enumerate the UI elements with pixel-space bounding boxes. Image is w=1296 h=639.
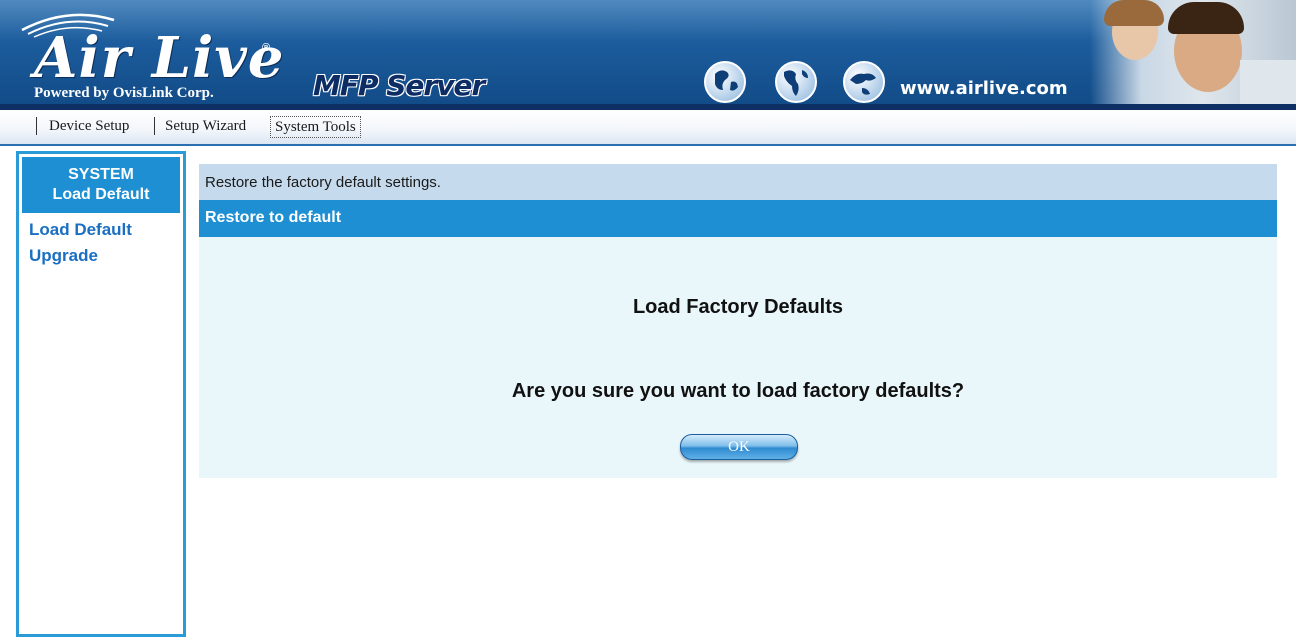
nav-device-setup[interactable]: Device Setup bbox=[49, 116, 129, 136]
section-title: Restore to default bbox=[205, 209, 342, 226]
top-nav: Device Setup Setup Wizard System Tools bbox=[0, 110, 1296, 146]
nav-system-tools[interactable]: System Tools bbox=[270, 116, 361, 138]
sidebar-item-upgrade[interactable]: Upgrade bbox=[29, 245, 98, 267]
sidebar-item-load-default[interactable]: Load Default bbox=[29, 219, 132, 241]
page-heading: Load Factory Defaults bbox=[632, 296, 844, 318]
description-bar: Restore the factory default settings. bbox=[199, 164, 1277, 200]
section-title-bar: Restore to default bbox=[199, 200, 1277, 237]
product-name: MFP Server bbox=[313, 69, 485, 102]
sidebar-header-line1: SYSTEM bbox=[68, 166, 134, 183]
logo-registered-mark: ® bbox=[262, 42, 271, 54]
header-photo bbox=[1090, 0, 1296, 104]
sidebar: SYSTEM Load Default Load Default Upgrade bbox=[16, 151, 186, 637]
site-url: www.airlive.com bbox=[900, 78, 1068, 99]
main-panel: Restore the factory default settings. Re… bbox=[199, 164, 1277, 478]
photo-shirt bbox=[1240, 60, 1296, 104]
globe-icon bbox=[843, 61, 885, 103]
ok-button[interactable]: OK bbox=[680, 434, 798, 460]
nav-separator bbox=[154, 117, 155, 135]
description-text: Restore the factory default settings. bbox=[205, 174, 441, 191]
logo-text: Air Live bbox=[34, 25, 285, 91]
confirm-question: Are you sure you want to load factory de… bbox=[511, 380, 965, 402]
sidebar-header: SYSTEM Load Default bbox=[22, 157, 180, 213]
photo-hair-man bbox=[1168, 2, 1244, 34]
photo-hair-girl bbox=[1104, 0, 1164, 26]
globe-icon bbox=[775, 61, 817, 103]
nav-setup-wizard[interactable]: Setup Wizard bbox=[165, 116, 246, 136]
nav-separator bbox=[36, 117, 37, 135]
powered-by-text: Powered by OvisLink Corp. bbox=[34, 85, 214, 101]
header-banner: Air Live ® Powered by OvisLink Corp. MFP… bbox=[0, 0, 1296, 110]
globe-icon bbox=[704, 61, 746, 103]
sidebar-header-line2: Load Default bbox=[52, 186, 150, 203]
